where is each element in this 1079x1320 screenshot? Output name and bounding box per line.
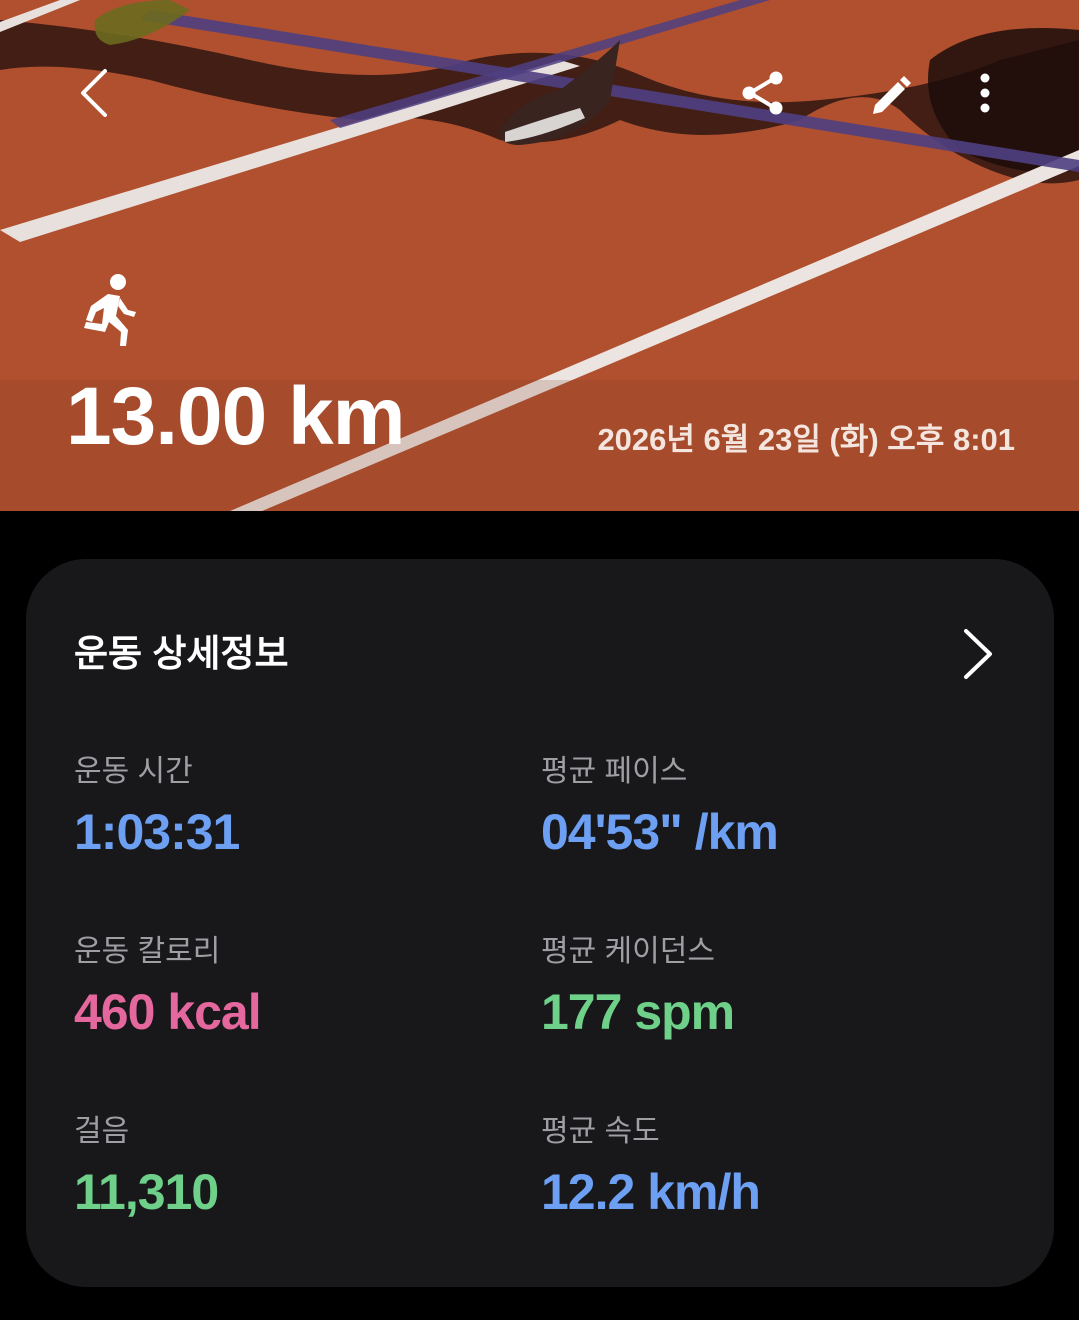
chevron-left-icon	[81, 69, 107, 117]
metric-duration: 운동 시간 1:03:31	[74, 755, 514, 860]
metric-avg-pace: 평균 페이스 04'53" /km	[541, 755, 981, 860]
metric-value: 11,310	[74, 1164, 219, 1220]
metric-value: 04'53" /km	[541, 804, 779, 860]
workout-details-card[interactable]: 운동 상세정보 운동 시간 1:03:31 평균 페이스 04'53" /km …	[26, 559, 1054, 1287]
metric-value: 1:03:31	[74, 804, 240, 860]
edit-button[interactable]	[856, 58, 926, 128]
metric-label: 운동 시간	[74, 755, 193, 788]
more-options-button[interactable]	[950, 58, 1020, 128]
hero-photo: 13.00 km 2026년 6월 23일 (화) 오후 8:01	[0, 0, 1079, 511]
metric-label: 평균 속도	[541, 1115, 660, 1148]
share-button[interactable]	[728, 58, 798, 128]
metric-label: 걸음	[74, 1115, 130, 1148]
share-icon	[742, 71, 783, 115]
metric-calories: 운동 칼로리 460 kcal	[74, 935, 514, 1040]
metric-label: 평균 페이스	[541, 755, 688, 788]
workout-datetime: 2026년 6월 23일 (화) 오후 8:01	[597, 422, 1015, 457]
metric-value: 177 spm	[541, 984, 735, 1040]
pencil-icon	[873, 76, 911, 114]
metric-avg-speed: 평균 속도 12.2 km/h	[541, 1115, 981, 1220]
card-title: 운동 상세정보	[74, 633, 289, 674]
metric-avg-cadence: 평균 케이던스 177 spm	[541, 935, 981, 1040]
distance-value: 13.00 km	[66, 371, 405, 462]
metric-value: 12.2 km/h	[541, 1164, 761, 1220]
more-vertical-icon	[980, 73, 990, 113]
metric-steps: 걸음 11,310	[74, 1115, 514, 1220]
running-icon	[84, 274, 136, 346]
metric-label: 평균 케이던스	[541, 935, 715, 968]
back-button[interactable]	[60, 58, 130, 128]
metric-label: 운동 칼로리	[74, 935, 221, 968]
metric-value: 460 kcal	[74, 984, 262, 1040]
chevron-right-icon[interactable]	[952, 625, 1002, 683]
